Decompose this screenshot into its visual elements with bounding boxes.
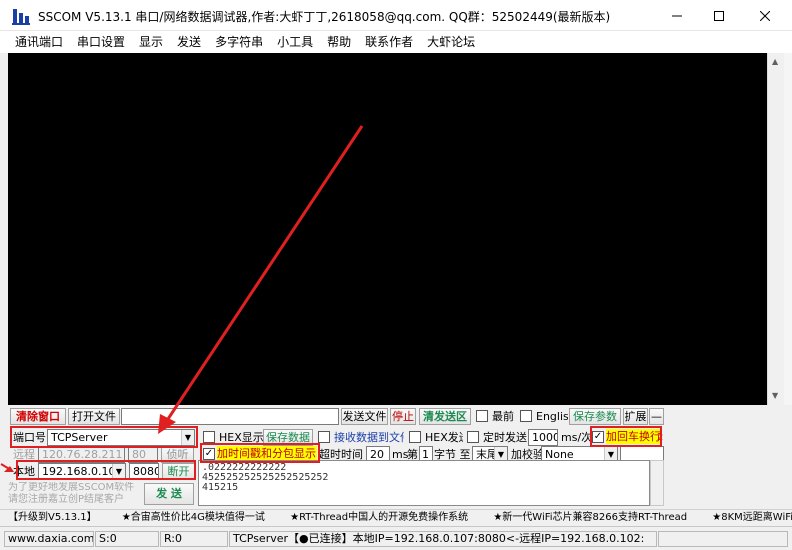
menu-multi-string[interactable]: 多字符串 xyxy=(208,32,270,52)
scroll-down-icon[interactable]: ▼ xyxy=(772,391,778,400)
ad-item[interactable]: 【升级到V5.13.1】 xyxy=(8,512,97,523)
open-file-button[interactable]: 打开文件 xyxy=(68,408,120,425)
scroll-up-icon[interactable]: ▲ xyxy=(772,57,778,66)
collapse-button[interactable]: — xyxy=(649,408,664,425)
promo-text: 为了更好地发展SSCOM软件 请您注册嘉立创P结尾客户 xyxy=(8,482,138,508)
menu-serial-settings[interactable]: 串口设置 xyxy=(70,32,132,52)
topmost-label: 最前 xyxy=(492,410,514,423)
send-line: 415215 xyxy=(202,482,239,493)
promo-line-1: 为了更好地发展SSCOM软件 xyxy=(8,482,135,493)
ad-bar: 【升级到V5.13.1】 ★合宙高性价比4G模块值得一试 ★RT-Thread中… xyxy=(0,509,792,526)
menu-tools[interactable]: 小工具 xyxy=(270,32,320,52)
save-params-button[interactable]: 保存参数 xyxy=(569,408,621,425)
recv-to-file-label: 接收数据到文件 xyxy=(334,431,404,444)
english-checkbox[interactable] xyxy=(520,410,532,422)
maximize-icon xyxy=(714,10,724,21)
hex-display-checkbox[interactable] xyxy=(203,431,215,443)
hex-send-label: HEX发送 xyxy=(425,431,463,444)
menu-send[interactable]: 发送 xyxy=(170,32,208,52)
stop-button[interactable]: 停止 xyxy=(390,408,416,425)
send-button[interactable]: 发 送 xyxy=(144,483,194,505)
close-button[interactable] xyxy=(742,0,788,31)
timed-send-label: 定时发送 xyxy=(483,431,527,444)
status-sent: S:0 xyxy=(95,531,159,547)
annotation-box-timestamp xyxy=(200,443,320,463)
menu-display[interactable]: 显示 xyxy=(132,32,170,52)
status-site[interactable]: www.daxia.com xyxy=(4,531,94,547)
timed-send-checkbox[interactable] xyxy=(467,431,479,443)
ad-item[interactable]: ★RT-Thread中国人的开源免费操作系统 xyxy=(290,512,468,523)
title-bar: SSCOM V5.13.1 串口/网络数据调试器,作者:大虾丁丁,2618058… xyxy=(0,0,792,31)
recv-to-file-checkbox[interactable] xyxy=(318,431,330,443)
status-bar: www.daxia.com S:0 R:0 TCPserver【●已连接】本地I… xyxy=(0,526,792,550)
interval-unit-label: ms/次 xyxy=(561,431,593,444)
clear-send-area-button[interactable]: 清发送区 xyxy=(419,408,471,425)
send-textarea[interactable]: .0222222222222 452525252525252525252 415… xyxy=(198,460,650,506)
menu-contact-author[interactable]: 联系作者 xyxy=(358,32,420,52)
menu-bar: 通讯端口 串口设置 显示 发送 多字符串 小工具 帮助 联系作者 大虾论坛 xyxy=(0,31,792,53)
clear-window-button[interactable]: 清除窗口 xyxy=(10,408,66,425)
status-received: R:0 xyxy=(160,531,228,547)
maximize-button[interactable] xyxy=(696,0,742,31)
menu-forum[interactable]: 大虾论坛 xyxy=(420,32,482,52)
english-label: English xyxy=(536,410,568,423)
status-extra xyxy=(658,531,788,547)
annotation-box-local xyxy=(16,460,196,480)
minimize-button[interactable] xyxy=(654,0,700,31)
send-line: 452525252525252525252 xyxy=(202,472,329,483)
send-scrollbar[interactable] xyxy=(650,460,664,506)
window-title: SSCOM V5.13.1 串口/网络数据调试器,作者:大虾丁丁,2618058… xyxy=(38,10,611,24)
ad-item[interactable]: ★新一代WiFi芯片兼容8266支持RT-Thread xyxy=(493,512,687,523)
receive-scrollbar[interactable]: ▲ ▼ xyxy=(767,53,784,405)
file-path-input[interactable] xyxy=(121,408,339,425)
annotation-box-port xyxy=(10,426,198,448)
receive-display[interactable] xyxy=(8,53,767,405)
ad-item[interactable]: ★合宙高性价比4G模块值得一试 xyxy=(122,512,265,523)
topmost-checkbox[interactable] xyxy=(476,410,488,422)
close-icon xyxy=(760,10,770,21)
sscom-app-icon xyxy=(12,9,30,25)
send-file-button[interactable]: 发送文件 xyxy=(341,408,388,425)
expand-button[interactable]: 扩展 xyxy=(623,408,648,425)
right-edge xyxy=(784,53,792,405)
promo-line-2: 请您注册嘉立创P结尾客户 xyxy=(8,494,125,505)
interval-input[interactable]: 1000 xyxy=(528,429,558,446)
annotation-box-crlf xyxy=(590,426,662,447)
hex-send-checkbox[interactable] xyxy=(409,431,421,443)
minimize-icon xyxy=(672,15,682,16)
status-connection: TCPserver【●已连接】本地IP=192.168.0.107:8080<-… xyxy=(229,531,657,547)
menu-help[interactable]: 帮助 xyxy=(320,32,358,52)
left-edge xyxy=(0,53,8,405)
ad-item[interactable]: ★8KM远距离WiFi可自组网 xyxy=(712,512,792,523)
menu-comm-port[interactable]: 通讯端口 xyxy=(8,32,70,52)
